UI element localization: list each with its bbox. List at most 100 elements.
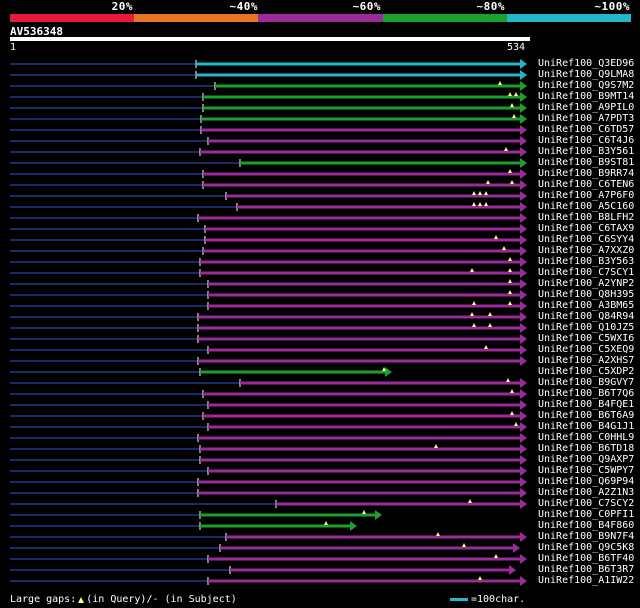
hit-row[interactable] (10, 543, 520, 553)
hit-label-link[interactable]: UniRef100_B4F860 (538, 520, 634, 531)
hit-label-link[interactable]: UniRef100_Q9S7M2 (538, 80, 634, 91)
aligned-segment (230, 568, 510, 572)
hit-row[interactable] (10, 488, 527, 498)
hit-row[interactable] (10, 378, 527, 388)
hit-label-link[interactable]: UniRef100_B9MT14 (538, 91, 634, 102)
hit-row[interactable] (10, 422, 527, 432)
hit-label-link[interactable]: UniRef100_Q9LMA8 (538, 69, 634, 80)
hit-label-link[interactable]: UniRef100_B3Y563 (538, 256, 634, 267)
hit-label-link[interactable]: UniRef100_Q3ED96 (538, 58, 634, 69)
hit-row[interactable] (10, 59, 527, 69)
hit-label-link[interactable]: UniRef100_A2XHS7 (538, 355, 634, 366)
hit-label-link[interactable]: UniRef100_B6T7Q6 (538, 388, 634, 399)
hit-row[interactable] (10, 246, 527, 256)
hit-row[interactable] (10, 367, 392, 377)
hit-label-link[interactable]: UniRef100_C5XDP2 (538, 366, 634, 377)
hit-label-link[interactable]: UniRef100_A5C160 (538, 201, 634, 212)
hit-row[interactable] (10, 356, 527, 366)
hit-label-link[interactable]: UniRef100_B6T6A9 (538, 410, 634, 421)
hit-label-link[interactable]: UniRef100_B9ST81 (538, 157, 634, 168)
hit-label-link[interactable]: UniRef100_B6TD18 (538, 443, 634, 454)
gap-legend: Large gaps: (in Query)/ - (in Subject) (10, 594, 237, 605)
hit-row[interactable] (10, 521, 357, 531)
hit-row[interactable] (10, 323, 527, 333)
hit-label-link[interactable]: UniRef100_Q84R94 (538, 311, 634, 322)
hit-label-link[interactable]: UniRef100_A1IW22 (538, 575, 634, 586)
hit-label-link[interactable]: UniRef100_B9RR74 (538, 168, 634, 179)
hit-label-link[interactable]: UniRef100_C6TEN6 (538, 179, 634, 190)
hit-row[interactable] (10, 576, 527, 586)
hit-label-link[interactable]: UniRef100_A2Z1N3 (538, 487, 634, 498)
hit-label-link[interactable]: UniRef100_B8LFH2 (538, 212, 634, 223)
hit-row[interactable] (10, 213, 527, 223)
hit-label-link[interactable]: UniRef100_B3Y561 (538, 146, 634, 157)
hit-row[interactable] (10, 235, 527, 245)
hit-row[interactable] (10, 114, 527, 124)
hit-label-link[interactable]: UniRef100_Q10JZ5 (538, 322, 634, 333)
hit-row[interactable] (10, 290, 527, 300)
hit-row[interactable] (10, 158, 527, 168)
hit-row[interactable] (10, 433, 527, 443)
hit-row[interactable] (10, 70, 527, 80)
hit-label-link[interactable]: UniRef100_Q9C5K8 (538, 542, 634, 553)
hit-row[interactable] (10, 136, 527, 146)
hit-arrow-head (520, 191, 527, 201)
hit-label-link[interactable]: UniRef100_A2YNP2 (538, 278, 634, 289)
hit-row[interactable] (10, 257, 527, 267)
hit-row[interactable] (10, 466, 527, 476)
hit-row[interactable] (10, 312, 527, 322)
hit-row[interactable] (10, 301, 527, 311)
hit-row[interactable] (10, 389, 527, 399)
hit-label-link[interactable]: UniRef100_C6TAX9 (538, 223, 634, 234)
hit-row[interactable] (10, 180, 527, 190)
hit-label-link[interactable]: UniRef100_A7PDT3 (538, 113, 634, 124)
hit-label-link[interactable]: UniRef100_B9GVY7 (538, 377, 634, 388)
hit-row[interactable] (10, 147, 527, 157)
hit-label-link[interactable]: UniRef100_C0PFI1 (538, 509, 634, 520)
hit-label-link[interactable]: UniRef100_A7XXZ0 (538, 245, 634, 256)
hit-label-link[interactable]: UniRef100_B9N7F4 (538, 531, 634, 542)
hit-label-link[interactable]: UniRef100_B4G1J1 (538, 421, 634, 432)
hit-row[interactable] (10, 532, 527, 542)
hit-row[interactable] (10, 103, 527, 113)
hit-row[interactable] (10, 268, 527, 278)
hit-row[interactable] (10, 92, 527, 102)
hit-label-link[interactable]: UniRef100_Q69P94 (538, 476, 634, 487)
hit-row[interactable] (10, 455, 527, 465)
hit-label-link[interactable]: UniRef100_C7SCY2 (538, 498, 634, 509)
hit-label-link[interactable]: UniRef100_C5XEQ9 (538, 344, 634, 355)
hit-row[interactable] (10, 224, 527, 234)
hit-label-link[interactable]: UniRef100_A9PIL0 (538, 102, 634, 113)
hit-row[interactable] (10, 565, 516, 575)
query-gap-marker (434, 444, 438, 448)
hit-label-link[interactable]: UniRef100_B6T3R7 (538, 564, 634, 575)
hit-row[interactable] (10, 191, 527, 201)
hit-row[interactable] (10, 411, 527, 421)
hit-label-link[interactable]: UniRef100_C0HHL9 (538, 432, 634, 443)
hit-label-link[interactable]: UniRef100_C6T4J6 (538, 135, 634, 146)
hit-label-link[interactable]: UniRef100_C5WXI6 (538, 333, 634, 344)
hit-label-link[interactable]: UniRef100_A7P6F0 (538, 190, 634, 201)
hit-row[interactable] (10, 279, 527, 289)
hit-row[interactable] (10, 554, 527, 564)
hit-row[interactable] (10, 345, 527, 355)
hit-row[interactable] (10, 81, 527, 91)
hit-row[interactable] (10, 400, 527, 410)
hit-label-link[interactable]: UniRef100_C5WPY7 (538, 465, 634, 476)
hit-label-link[interactable]: UniRef100_C6TD57 (538, 124, 634, 135)
hit-row[interactable] (10, 510, 382, 520)
hit-label-link[interactable]: UniRef100_A3BM65 (538, 300, 634, 311)
hit-label-link[interactable]: UniRef100_Q8H395 (538, 289, 634, 300)
hit-row[interactable] (10, 334, 527, 344)
hit-label-link[interactable]: UniRef100_B6TF40 (538, 553, 634, 564)
hit-label-link[interactable]: UniRef100_Q9AXP7 (538, 454, 634, 465)
hit-row[interactable] (10, 444, 527, 454)
hit-label-link[interactable]: UniRef100_C6SYY4 (538, 234, 634, 245)
hit-row[interactable] (10, 499, 527, 509)
hit-label-link[interactable]: UniRef100_B4FQE1 (538, 399, 634, 410)
hit-row[interactable] (10, 125, 527, 135)
hit-row[interactable] (10, 202, 527, 212)
hit-row[interactable] (10, 169, 527, 179)
hit-label-link[interactable]: UniRef100_C7SCY1 (538, 267, 634, 278)
hit-row[interactable] (10, 477, 527, 487)
